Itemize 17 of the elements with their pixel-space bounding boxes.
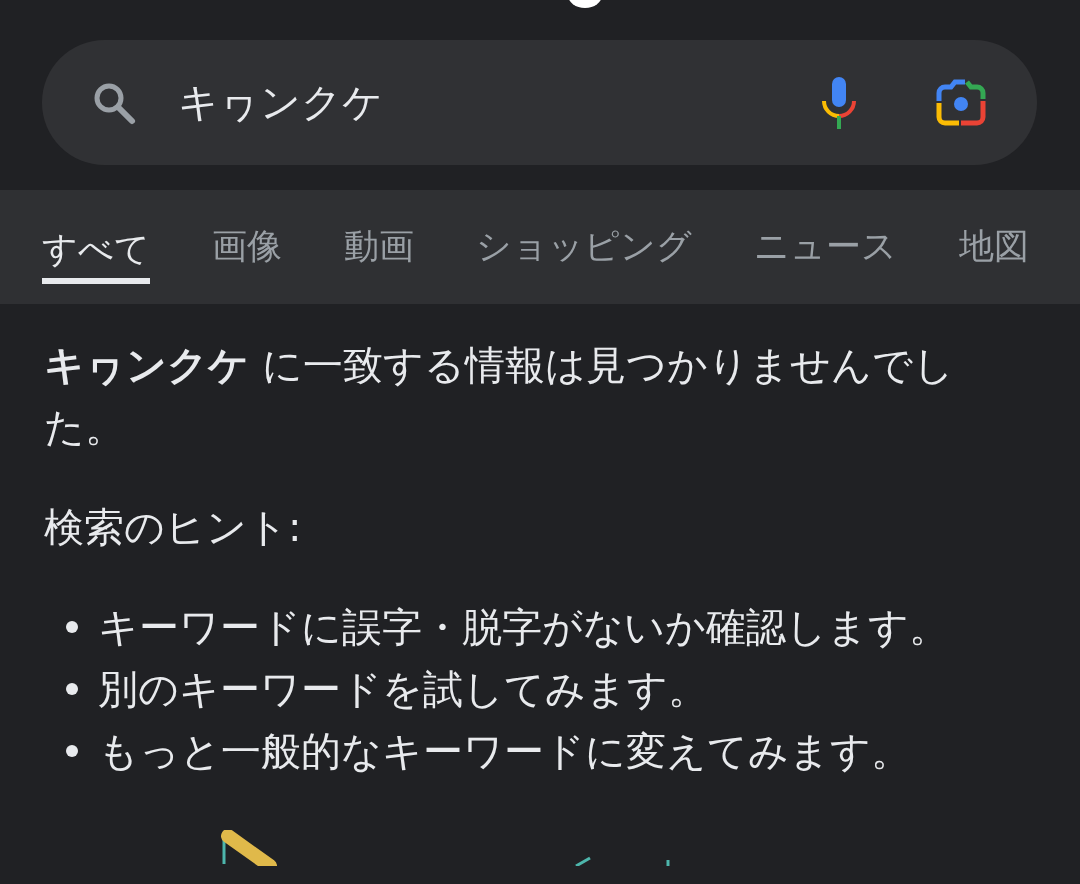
bullet-icon: [66, 683, 78, 695]
microphone-icon[interactable]: [819, 74, 859, 131]
hint-text: 別のキーワードを試してみます。: [98, 665, 708, 714]
tab[interactable]: すべて: [42, 190, 150, 284]
bullet-icon: [66, 745, 78, 757]
tab[interactable]: ショッピング: [476, 190, 692, 304]
search-query: キヮンクケ: [178, 78, 384, 127]
hint-text: もっと一般的なキーワードに変えてみます。: [98, 727, 911, 776]
bullet-icon: [66, 621, 78, 633]
tab[interactable]: 動画: [344, 190, 414, 304]
hint-text: キーワードに誤字・脱字がないか確認します。: [98, 603, 949, 652]
hints-heading: 検索のヒント:: [44, 503, 303, 552]
no-results-message: キヮンクケ に一致する情報は見つかりませんでした。: [44, 341, 955, 452]
tab[interactable]: 画像: [212, 190, 282, 304]
tab[interactable]: ニュース: [754, 190, 897, 304]
search-bar[interactable]: キヮンクケ: [42, 40, 1037, 165]
tab[interactable]: 地図: [959, 190, 1029, 304]
